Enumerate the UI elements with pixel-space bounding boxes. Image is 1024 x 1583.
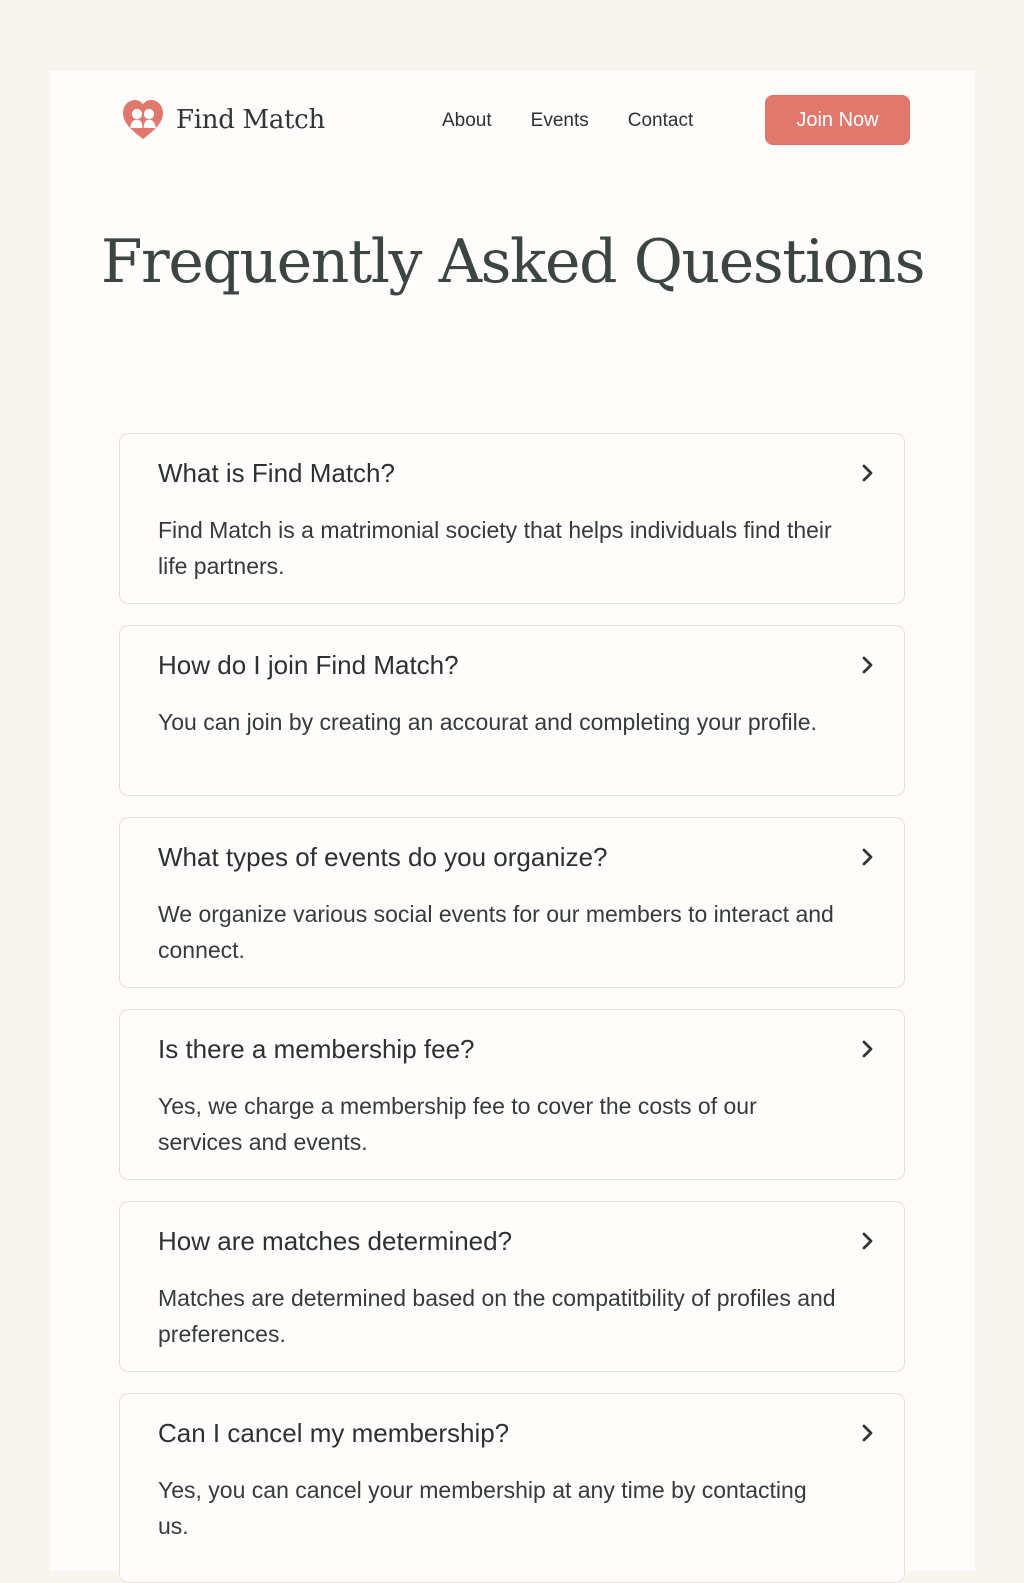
faq-list: What is Find Match? Find Match is a matr… — [119, 433, 905, 1583]
faq-question: How are matches determined? — [158, 1226, 513, 1256]
chevron-right-icon[interactable] — [859, 461, 877, 485]
chevron-right-icon[interactable] — [859, 653, 877, 677]
faq-item-what-is-find-match[interactable]: What is Find Match? Find Match is a matr… — [119, 433, 905, 604]
faq-question: Can I cancel my membership? — [158, 1418, 510, 1448]
faq-item-event-types[interactable]: What types of events do you organize? We… — [119, 817, 905, 988]
nav-contact-link[interactable]: Contact — [628, 110, 693, 132]
heart-couple-icon — [123, 100, 163, 139]
faq-answer: Yes, we charge a membership fee to cover… — [158, 1093, 757, 1155]
site-header: Find Match About Events Contact Join Now — [120, 95, 910, 147]
faq-question: What is Find Match? — [158, 458, 395, 488]
faq-question: What types of events do you organize? — [158, 842, 608, 872]
page-title: Frequently Asked Questions — [100, 227, 926, 297]
faq-answer: We organize various social events for ou… — [158, 901, 834, 963]
faq-question: Is there a membership fee? — [158, 1034, 475, 1064]
main-nav: About Events Contact — [442, 95, 732, 147]
faq-question: How do I join Find Match? — [158, 650, 459, 680]
faq-item-match-determination[interactable]: How are matches determined? Matches are … — [119, 1201, 905, 1372]
logo-text: Find Match — [176, 105, 325, 135]
logo-link[interactable]: Find Match — [120, 97, 325, 143]
nav-about-link[interactable]: About — [442, 110, 492, 132]
join-now-button[interactable]: Join Now — [765, 95, 910, 145]
faq-answer: Find Match is a matrimonial society that… — [158, 517, 832, 579]
chevron-right-icon[interactable] — [859, 1229, 877, 1253]
page-container: Find Match About Events Contact Join Now… — [50, 71, 975, 1583]
chevron-right-icon[interactable] — [859, 1037, 877, 1061]
faq-item-how-to-join[interactable]: How do I join Find Match? You can join b… — [119, 625, 905, 796]
chevron-right-icon[interactable] — [859, 845, 877, 869]
faq-item-membership-fee[interactable]: Is there a membership fee? Yes, we charg… — [119, 1009, 905, 1180]
nav-events-link[interactable]: Events — [531, 110, 589, 132]
faq-answer: You can join by creating an accourat and… — [158, 709, 817, 735]
faq-item-cancel-membership[interactable]: Can I cancel my membership? Yes, you can… — [119, 1393, 905, 1583]
faq-answer: Yes, you can cancel your membership at a… — [158, 1477, 807, 1539]
chevron-right-icon[interactable] — [859, 1421, 877, 1445]
faq-answer: Matches are determined based on the comp… — [158, 1285, 836, 1347]
